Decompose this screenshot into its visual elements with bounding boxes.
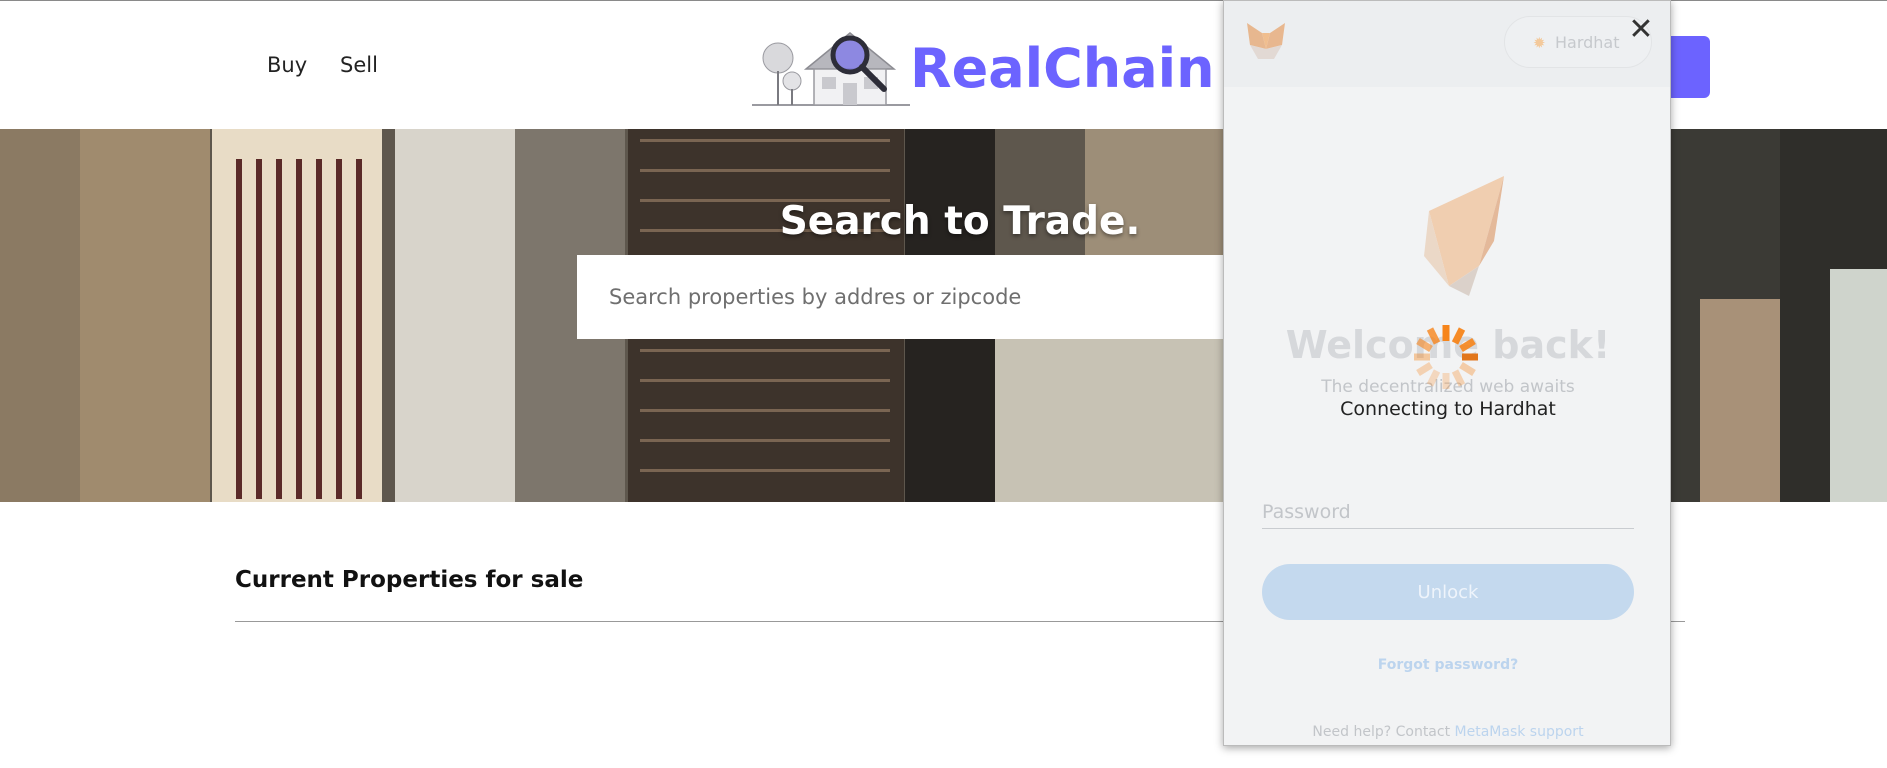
brand-title: RealChain [910,37,1215,100]
nav-sell-link[interactable]: Sell [340,53,378,77]
metamask-popup: ✹ Hardhat ✕ Welcome back! The decentrali… [1223,0,1671,746]
metamask-header: ✹ Hardhat ✕ [1224,1,1670,87]
forgot-password-link[interactable]: Forgot password? [1224,657,1670,673]
listings-section-title: Current Properties for sale [235,567,584,593]
loading-spinner-icon [1414,325,1478,389]
nav-buy-link[interactable]: Buy [267,53,307,77]
network-label: Hardhat [1555,33,1620,52]
password-field[interactable] [1262,495,1634,529]
close-icon[interactable]: ✕ [1624,13,1658,47]
house-search-icon [752,32,910,106]
help-prefix: Need help? Contact [1312,724,1455,740]
metamask-fox-icon [1247,23,1285,59]
connecting-status: Connecting to Hardhat [1340,398,1556,420]
unlock-button[interactable]: Unlock [1262,564,1634,620]
metamask-support-link[interactable]: MetaMask support [1455,724,1584,740]
help-text: Need help? Contact MetaMask support [1224,724,1670,740]
brand-logo[interactable]: RealChain [750,23,1215,111]
hardhat-network-icon: ✹ [1533,34,1546,52]
metamask-fox-icon [1424,176,1504,296]
